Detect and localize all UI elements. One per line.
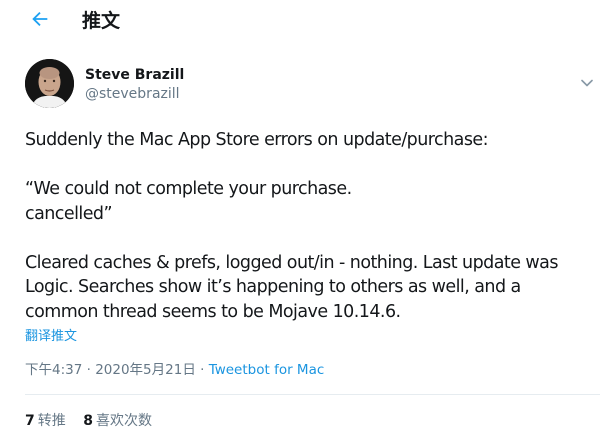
likes-count: 8 [83, 413, 93, 429]
arrow-left-icon [32, 11, 48, 27]
tweet-line: cancelled” [25, 203, 113, 224]
back-button[interactable] [27, 6, 53, 32]
tweet-stats: 7 转推 8 喜欢次数 [25, 413, 165, 430]
author-name[interactable]: Steve Brazill [85, 67, 184, 84]
likes-label: 喜欢次数 [95, 413, 152, 429]
retweets-count: 7 [25, 413, 35, 429]
page-title: 推文 [82, 10, 121, 32]
tweet-text: Suddenly the Mac App Store errors on upd… [25, 128, 600, 324]
chevron-down-icon [581, 79, 593, 87]
likes-stat[interactable]: 8 喜欢次数 [83, 413, 152, 430]
tweet-line-break [25, 226, 600, 251]
author-handle[interactable]: @stevebrazill [85, 86, 180, 103]
tweet-line: common thread seems to be Mojave 10.14.6… [25, 301, 401, 322]
meta-separator: · [195, 362, 209, 378]
avatar[interactable] [25, 59, 74, 108]
tweet-author: Steve Brazill @stevebrazill [25, 59, 595, 113]
divider [25, 394, 600, 395]
tweet-header: 推文 [0, 0, 616, 42]
retweets-stat[interactable]: 7 转推 [25, 413, 66, 430]
tweet-line: Suddenly the Mac App Store errors on upd… [25, 130, 489, 150]
tweet-date[interactable]: 2020年5月21日 [95, 362, 196, 378]
tweet-line: Cleared caches & prefs, logged out/in - … [25, 252, 558, 273]
meta-separator: · [82, 362, 96, 378]
tweet-time[interactable]: 下午4:37 [25, 362, 82, 378]
tweet-line-break [25, 153, 600, 178]
tweet-line: “We could not complete your purchase. [25, 179, 352, 199]
avatar-photo [25, 59, 74, 108]
tweet-source-link[interactable]: Tweetbot for Mac [209, 362, 325, 378]
more-options-button[interactable] [579, 75, 595, 91]
retweets-label: 转推 [37, 413, 66, 429]
tweet-line: Logic. Searches show it’s happening to o… [25, 277, 521, 297]
translate-tweet-link[interactable]: 翻译推文 [25, 329, 77, 345]
tweet-meta: 下午4:37 · 2020年5月21日 · Tweetbot for Mac [25, 362, 324, 379]
